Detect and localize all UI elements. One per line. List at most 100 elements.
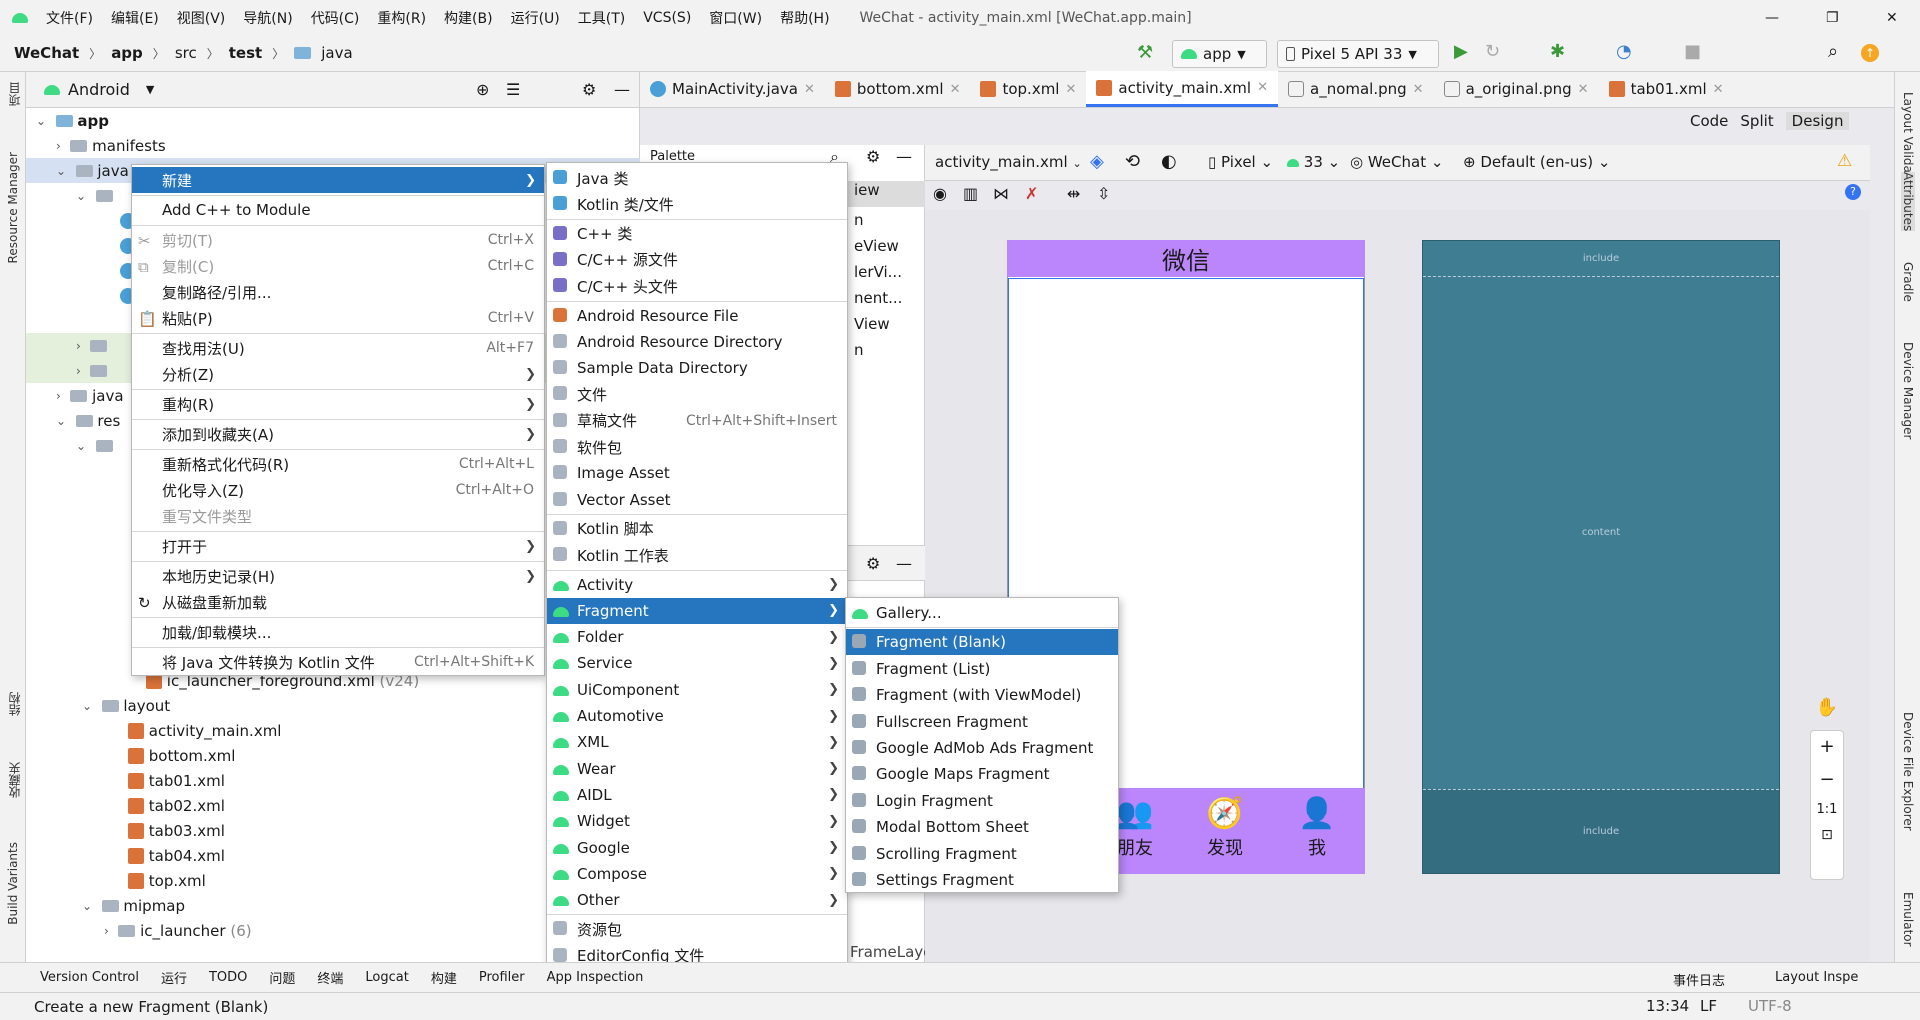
new-menu-item[interactable]: Android Resource File bbox=[547, 303, 847, 329]
collapse-icon[interactable]: ☰ bbox=[506, 80, 520, 99]
new-menu-item[interactable]: Widget ❯ bbox=[547, 808, 847, 834]
zoom-out-icon[interactable]: − bbox=[1811, 769, 1843, 790]
tool-gradle[interactable]: Gradle bbox=[1901, 262, 1915, 302]
caret-position[interactable]: 13:34 bbox=[1646, 997, 1689, 1015]
breadcrumb-java[interactable]: java bbox=[321, 44, 352, 62]
menu-run[interactable]: 运行(U) bbox=[511, 8, 560, 28]
tool-profiler[interactable]: Profiler bbox=[479, 970, 525, 985]
layers-icon[interactable]: ◈ bbox=[1090, 151, 1104, 172]
new-menu-item[interactable]: 软件包 bbox=[547, 434, 847, 460]
theme-select[interactable]: ◎ WeChat ⌄ bbox=[1350, 153, 1443, 171]
fragment-menu-item[interactable]: Login Fragment bbox=[846, 788, 1118, 814]
tab-bottom[interactable]: bottom.xml ✕ bbox=[825, 71, 971, 107]
context-menu-open-in[interactable]: 打开于 ❯ bbox=[132, 533, 544, 559]
help-icon[interactable]: ? bbox=[1845, 184, 1861, 200]
context-menu-refactor[interactable]: 重构(R) ❯ bbox=[132, 391, 544, 417]
context-menu-paste[interactable]: 📋 粘贴(P) Ctrl+V bbox=[132, 305, 544, 331]
breadcrumb-test[interactable]: test bbox=[229, 44, 262, 62]
tab-a-nomal[interactable]: a_nomal.png ✕ bbox=[1278, 71, 1434, 107]
eye-icon[interactable]: ◉ bbox=[933, 184, 947, 203]
tree-item-app[interactable]: ⌄ app bbox=[26, 108, 640, 133]
layout-file-select[interactable]: activity_main.xml ⌄ bbox=[935, 153, 1082, 171]
fragment-menu-item[interactable]: Fragment (List) bbox=[846, 656, 1118, 682]
context-menu-cut[interactable]: ✂ 剪切(T) Ctrl+X bbox=[132, 227, 544, 253]
tool-favorites[interactable]: 收藏夹 bbox=[6, 762, 23, 798]
gear-icon[interactable]: ⚙ bbox=[866, 554, 880, 573]
tool-run[interactable]: 运行 bbox=[161, 968, 187, 987]
new-menu-item[interactable]: C/C++ 头文件 bbox=[547, 273, 847, 299]
hide-icon[interactable]: — bbox=[896, 554, 912, 573]
new-menu-item[interactable]: C++ 类 bbox=[547, 221, 847, 247]
clear-constraints-icon[interactable]: ✗ bbox=[1025, 184, 1038, 203]
blueprint-include-bottom[interactable]: include bbox=[1423, 789, 1779, 873]
zoom-fit-label[interactable]: 1:1 bbox=[1811, 802, 1843, 817]
menu-file[interactable]: 文件(F) bbox=[46, 8, 93, 28]
fragment-menu-item[interactable]: Scrolling Fragment bbox=[846, 841, 1118, 867]
tab-top[interactable]: top.xml ✕ bbox=[970, 71, 1086, 107]
minimize-icon[interactable]: — bbox=[1765, 10, 1779, 26]
new-menu-item[interactable]: Kotlin 工作表 bbox=[547, 542, 847, 568]
breadcrumb-src[interactable]: src bbox=[175, 44, 197, 62]
context-menu-copy-path[interactable]: 复制路径/引用... bbox=[132, 279, 544, 305]
new-menu-item[interactable]: Image Asset bbox=[547, 460, 847, 486]
palette-item[interactable]: iew bbox=[848, 181, 925, 207]
search-icon[interactable]: ⌕ bbox=[1828, 41, 1838, 62]
new-menu-item[interactable]: 文件 bbox=[547, 381, 847, 407]
new-menu-item[interactable]: Wear ❯ bbox=[547, 756, 847, 782]
breadcrumb-app[interactable]: app bbox=[111, 44, 143, 62]
close-icon[interactable]: ✕ bbox=[1578, 82, 1589, 97]
hide-icon[interactable]: — bbox=[896, 147, 912, 166]
profile-icon[interactable]: ◔ bbox=[1616, 41, 1632, 62]
tool-todo[interactable]: TODO bbox=[209, 970, 247, 985]
context-menu-reload[interactable]: ↻ 从磁盘重新加载 bbox=[132, 589, 544, 615]
file-encoding[interactable]: UTF-8 bbox=[1748, 997, 1792, 1015]
bottom-tab-me[interactable]: 👤 我 bbox=[1287, 794, 1347, 860]
device-preview-select[interactable]: ▯ Pixel ⌄ bbox=[1208, 153, 1273, 171]
bottom-tab-discover[interactable]: 🧭 发现 bbox=[1195, 794, 1255, 860]
menu-tools[interactable]: 工具(T) bbox=[578, 8, 625, 28]
context-menu-local-history[interactable]: 本地历史记录(H) ❯ bbox=[132, 563, 544, 589]
fragment-menu-item[interactable]: Google AdMob Ads Fragment bbox=[846, 735, 1118, 761]
new-menu-item[interactable]: Vector Asset bbox=[547, 487, 847, 513]
view-mode-split[interactable]: Split bbox=[1740, 112, 1773, 130]
context-menu-add-favorites[interactable]: 添加到收藏夹(A) ❯ bbox=[132, 421, 544, 447]
zoom-in-icon[interactable]: + bbox=[1811, 736, 1843, 757]
target-icon[interactable]: ⊕ bbox=[476, 80, 489, 99]
close-icon[interactable]: ✕ bbox=[1713, 82, 1724, 97]
context-menu-optimize-imports[interactable]: 优化导入(Z) Ctrl+Alt+O bbox=[132, 477, 544, 503]
fragment-menu-item[interactable]: Fragment (with ViewModel) bbox=[846, 682, 1118, 708]
tool-event-log[interactable]: 事件日志 bbox=[1673, 970, 1725, 989]
new-menu-item[interactable]: Compose ❯ bbox=[547, 861, 847, 887]
blueprint-toggle-icon[interactable]: ▥ bbox=[963, 184, 978, 203]
tab-activity-main[interactable]: activity_main.xml ✕ bbox=[1086, 71, 1278, 107]
menu-refactor[interactable]: 重构(R) bbox=[377, 8, 426, 28]
align-h-icon[interactable]: ⇹ bbox=[1067, 184, 1080, 203]
zoom-screen-icon[interactable]: ⊡ bbox=[1811, 827, 1843, 843]
menu-navigate[interactable]: 导航(N) bbox=[243, 8, 292, 28]
fragment-menu-item[interactable]: Fragment (Blank) bbox=[846, 629, 1118, 656]
palette-item[interactable]: n bbox=[854, 211, 864, 229]
gear-icon[interactable]: ⚙ bbox=[866, 147, 880, 166]
context-menu-copy[interactable]: ⧉ 复制(C) Ctrl+C bbox=[132, 253, 544, 279]
warning-icon[interactable]: ⚠ bbox=[1837, 151, 1852, 171]
tool-app-inspection[interactable]: App Inspection bbox=[547, 970, 644, 985]
close-icon[interactable]: ✕ bbox=[1257, 80, 1268, 95]
hammer-icon[interactable]: ⚒ bbox=[1137, 42, 1153, 63]
view-mode-design[interactable]: Design bbox=[1785, 112, 1850, 130]
context-menu-load-modules[interactable]: 加载/卸载模块... bbox=[132, 619, 544, 645]
new-menu-item[interactable]: Service ❯ bbox=[547, 650, 847, 676]
tool-project[interactable]: 项目 bbox=[6, 82, 23, 106]
locale-select[interactable]: ⊕ Default (en-us) ⌄ bbox=[1463, 153, 1610, 171]
new-menu-item[interactable]: Kotlin 类/文件 bbox=[547, 191, 847, 217]
menu-code[interactable]: 代码(C) bbox=[311, 8, 360, 28]
new-menu-item[interactable]: Kotlin 脚本 bbox=[547, 516, 847, 542]
autoconnect-icon[interactable]: ⋈ bbox=[993, 184, 1009, 203]
new-menu-item[interactable]: Activity ❯ bbox=[547, 572, 847, 598]
context-menu-convert-kotlin[interactable]: 将 Java 文件转换为 Kotlin 文件 Ctrl+Alt+Shift+K bbox=[132, 649, 544, 675]
new-menu-item[interactable]: XML ❯ bbox=[547, 729, 847, 755]
fragment-menu-item[interactable]: Fullscreen Fragment bbox=[846, 709, 1118, 735]
new-menu-item[interactable]: Android Resource Directory bbox=[547, 329, 847, 355]
tool-emulator[interactable]: Emulator bbox=[1901, 892, 1915, 947]
tool-build[interactable]: 构建 bbox=[431, 968, 457, 987]
update-icon[interactable]: ↑ bbox=[1861, 44, 1879, 62]
